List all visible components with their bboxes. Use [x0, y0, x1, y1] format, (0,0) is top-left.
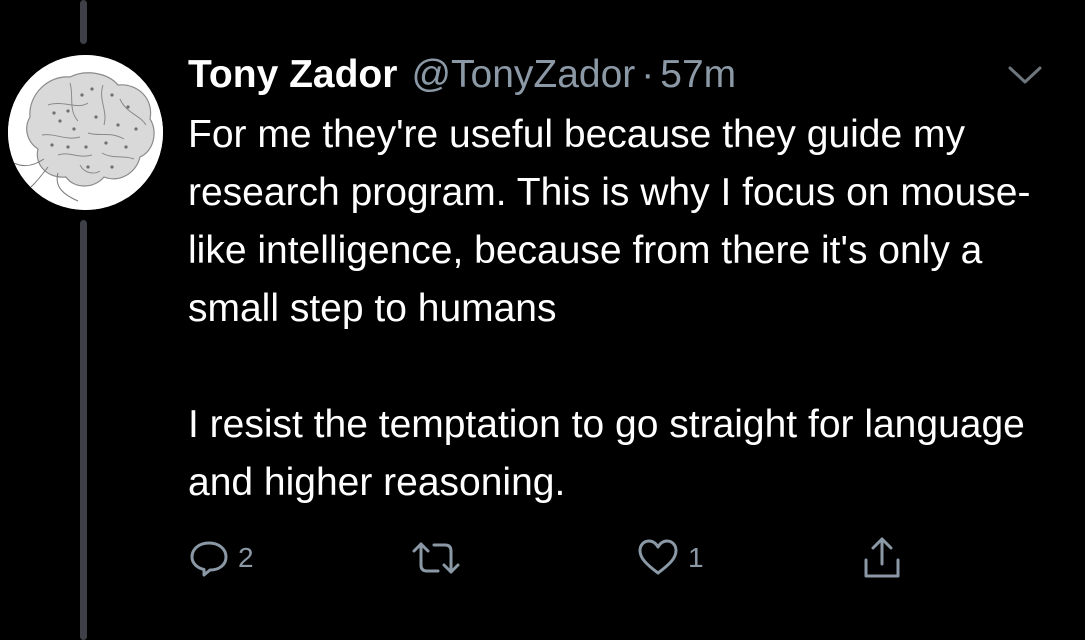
reply-icon — [190, 541, 228, 577]
more-options-button[interactable] — [1000, 58, 1050, 92]
tweet-header: Tony Zador @TonyZador · 57m — [188, 50, 736, 100]
reply-button[interactable]: 2 — [188, 530, 254, 586]
retweet-icon — [412, 542, 460, 574]
like-button[interactable]: 1 — [636, 530, 704, 586]
chevron-down-icon — [1008, 66, 1042, 84]
author-handle[interactable]: @TonyZador — [411, 53, 635, 97]
tweet-paragraph: For me they're useful because they guide… — [188, 113, 1031, 330]
share-icon — [864, 537, 900, 578]
brain-avatar-image — [8, 55, 163, 210]
heart-icon — [638, 539, 678, 575]
like-count: 1 — [688, 542, 704, 573]
separator-dot: · — [641, 53, 655, 96]
tweet-body: For me they're useful because they guide… — [188, 106, 1068, 512]
tweet-actions: 2 1 — [188, 530, 928, 586]
tweet-timestamp[interactable]: 57m — [660, 53, 736, 97]
avatar[interactable] — [8, 55, 163, 210]
retweet-button[interactable] — [410, 530, 470, 586]
author-name[interactable]: Tony Zador — [188, 53, 397, 97]
tweet-paragraph: I resist the temptation to go straight f… — [188, 403, 1025, 504]
share-button[interactable] — [860, 530, 904, 586]
thread-line-bottom — [80, 220, 87, 640]
reply-count: 2 — [238, 542, 254, 573]
thread-line-top — [80, 0, 87, 44]
